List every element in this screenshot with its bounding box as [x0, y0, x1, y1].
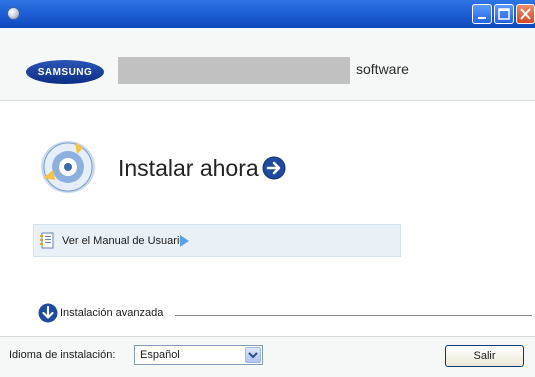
arrow-right-circle-icon[interactable]	[262, 156, 286, 180]
close-icon	[520, 8, 531, 20]
arrow-down-circle-icon	[38, 303, 58, 323]
manual-label: Ver el Manual de Usuario	[62, 235, 186, 247]
chevron-down-icon	[248, 352, 258, 359]
close-button[interactable]	[516, 4, 535, 24]
title-bar	[0, 0, 535, 29]
minimize-icon	[478, 17, 486, 19]
product-name-placeholder	[118, 57, 350, 84]
language-select[interactable]: Español	[134, 345, 263, 365]
advanced-install-row[interactable]: Instalación avanzada	[38, 303, 532, 323]
user-manual-link[interactable]: Ver el Manual de Usuario	[33, 224, 401, 257]
language-label: Idioma de instalación:	[9, 349, 116, 361]
software-label: software	[356, 61, 409, 77]
install-now-label[interactable]: Instalar ahora	[118, 155, 259, 182]
dropdown-button[interactable]	[245, 347, 261, 363]
exit-button[interactable]: Salir	[445, 345, 524, 367]
triangle-right-icon	[180, 235, 189, 247]
manual-book-icon	[40, 232, 54, 249]
advanced-install-label: Instalación avanzada	[60, 307, 164, 319]
minimize-button[interactable]	[472, 4, 492, 24]
app-icon	[7, 7, 20, 20]
exit-label: Salir	[473, 350, 496, 362]
install-cd-icon[interactable]	[37, 138, 99, 196]
divider-line	[175, 315, 532, 316]
maximize-icon	[498, 8, 510, 20]
samsung-logo: SAMSUNG	[26, 60, 104, 84]
language-value: Español	[140, 349, 180, 361]
logo-text: SAMSUNG	[37, 66, 93, 78]
maximize-button[interactable]	[494, 4, 514, 24]
footer-bar: Idioma de instalación: Español Salir	[0, 336, 535, 377]
